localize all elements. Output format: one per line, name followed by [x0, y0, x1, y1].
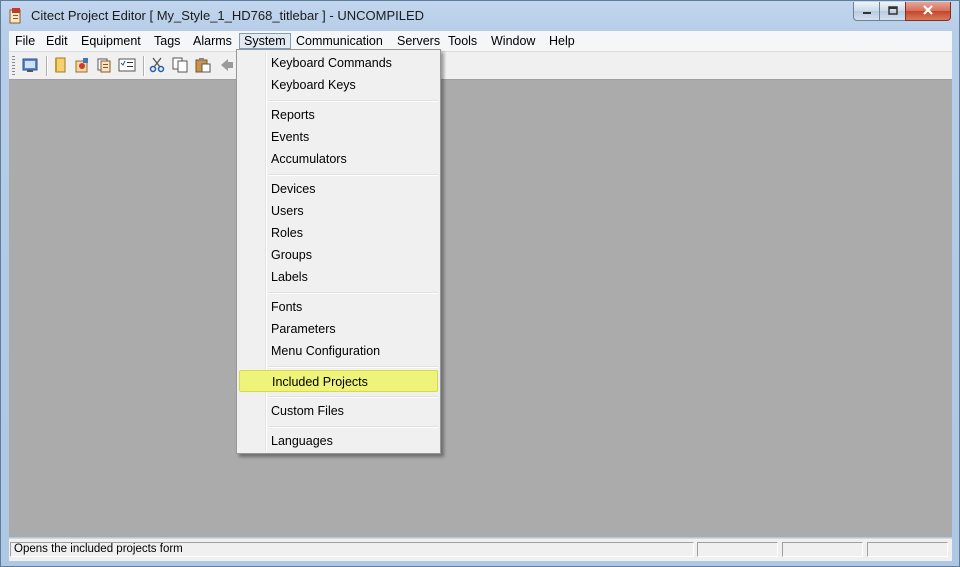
menu-separator	[269, 292, 438, 294]
menu-separator	[269, 426, 438, 428]
back-icon	[219, 57, 235, 76]
copy-document-icon	[96, 57, 112, 76]
open-project-icon	[74, 57, 90, 76]
paste-icon	[195, 57, 211, 76]
toolbar-separator	[143, 56, 145, 76]
minimize-button[interactable]	[853, 2, 880, 21]
menu-item-accumulators[interactable]: Accumulators	[239, 148, 438, 170]
menu-item-custom-files[interactable]: Custom Files	[239, 400, 438, 422]
menu-system[interactable]: System	[239, 33, 291, 49]
menu-item-menu-configuration[interactable]: Menu Configuration	[239, 340, 438, 362]
menu-item-devices[interactable]: Devices	[239, 178, 438, 200]
paste-button[interactable]	[193, 56, 213, 76]
menu-item-roles[interactable]: Roles	[239, 222, 438, 244]
new-button[interactable]	[50, 56, 70, 76]
copy-icon	[172, 57, 188, 76]
system-menu-dropdown: Keyboard Commands Keyboard Keys Reports …	[236, 49, 441, 454]
menu-bar: File Edit Equipment Tags Alarms System C…	[9, 31, 952, 52]
status-pane-2	[782, 542, 863, 557]
compile-icon	[21, 57, 39, 76]
menu-item-keyboard-commands[interactable]: Keyboard Commands	[239, 52, 438, 74]
mdi-workspace	[9, 80, 952, 537]
status-message: Opens the included projects form	[10, 542, 694, 557]
copy-button[interactable]	[170, 56, 190, 76]
status-pane-1	[697, 542, 778, 557]
menu-separator	[269, 366, 438, 368]
menu-separator	[269, 174, 438, 176]
menu-item-included-projects[interactable]: Included Projects	[239, 370, 438, 392]
checklist-button[interactable]	[117, 56, 137, 76]
menu-item-languages[interactable]: Languages	[239, 430, 438, 452]
maximize-icon	[887, 4, 898, 18]
menu-file[interactable]: File	[11, 33, 39, 49]
maximize-button[interactable]	[879, 2, 906, 21]
menu-edit[interactable]: Edit	[42, 33, 72, 49]
close-icon	[922, 4, 934, 18]
toolbar-grip[interactable]	[12, 56, 15, 76]
back-button[interactable]	[217, 56, 237, 76]
status-pane-3	[867, 542, 948, 557]
application-window: Citect Project Editor [ My_Style_1_HD768…	[0, 0, 960, 567]
close-button[interactable]	[905, 2, 951, 21]
menu-item-labels[interactable]: Labels	[239, 266, 438, 288]
status-bar: Opens the included projects form	[9, 538, 952, 561]
checklist-icon	[118, 57, 136, 76]
cut-icon	[149, 57, 165, 76]
copy-document-button[interactable]	[94, 56, 114, 76]
app-icon	[9, 8, 23, 24]
menu-tools[interactable]: Tools	[444, 33, 481, 49]
toolbar	[9, 52, 952, 80]
compile-button[interactable]	[20, 56, 40, 76]
open-project-button[interactable]	[72, 56, 92, 76]
menu-item-users[interactable]: Users	[239, 200, 438, 222]
window-title: Citect Project Editor [ My_Style_1_HD768…	[31, 8, 425, 23]
menu-item-keyboard-keys[interactable]: Keyboard Keys	[239, 74, 438, 96]
menu-tags[interactable]: Tags	[150, 33, 184, 49]
menu-servers[interactable]: Servers	[393, 33, 444, 49]
menu-window[interactable]: Window	[487, 33, 539, 49]
toolbar-separator	[46, 56, 48, 76]
minimize-icon	[862, 4, 872, 18]
cut-button[interactable]	[147, 56, 167, 76]
menu-item-fonts[interactable]: Fonts	[239, 296, 438, 318]
title-bar[interactable]: Citect Project Editor [ My_Style_1_HD768…	[1, 1, 959, 31]
menu-separator	[269, 100, 438, 102]
menu-separator	[269, 396, 438, 398]
menu-item-groups[interactable]: Groups	[239, 244, 438, 266]
menu-communication[interactable]: Communication	[292, 33, 387, 49]
menu-alarms[interactable]: Alarms	[189, 33, 236, 49]
menu-item-events[interactable]: Events	[239, 126, 438, 148]
menu-item-parameters[interactable]: Parameters	[239, 318, 438, 340]
menu-item-reports[interactable]: Reports	[239, 104, 438, 126]
menu-help[interactable]: Help	[545, 33, 579, 49]
new-icon	[52, 57, 68, 76]
menu-equipment[interactable]: Equipment	[77, 33, 145, 49]
